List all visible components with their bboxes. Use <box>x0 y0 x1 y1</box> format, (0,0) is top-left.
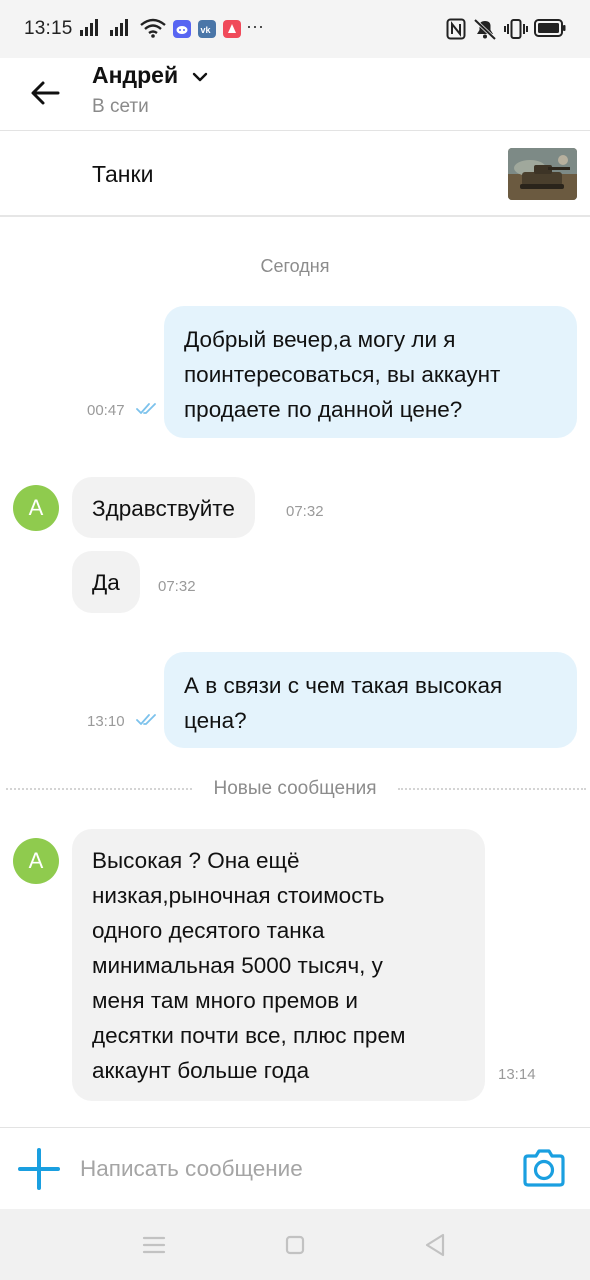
listing-thumbnail[interactable] <box>508 148 577 200</box>
message-line: аккаунт больше года <box>92 1058 310 1083</box>
message-text: Да <box>92 570 120 595</box>
status-bar: 13:15 vk ··· <box>0 0 590 58</box>
camera-button[interactable] <box>522 1148 566 1190</box>
back-button[interactable] <box>22 72 68 114</box>
avatar[interactable]: А <box>13 838 59 884</box>
message-line: продаете по данной цене? <box>184 397 463 422</box>
message-line: цена? <box>184 708 247 733</box>
attach-button[interactable] <box>18 1148 60 1190</box>
signal-icon <box>110 19 128 36</box>
message-text: Здравствуйте <box>92 496 235 521</box>
message-line: минимальная 5000 тысяч, у <box>92 953 383 978</box>
listing-divider <box>0 215 590 217</box>
message-time: 07:32 <box>286 503 324 520</box>
message-line: Добрый вечер,а могу ли я <box>184 327 456 352</box>
plus-icon <box>18 1148 60 1190</box>
wifi-icon <box>140 18 166 38</box>
read-check-icon <box>136 403 156 414</box>
message-line: низкая,рыночная стоимость <box>92 883 385 908</box>
nfc-icon <box>446 18 466 40</box>
new-messages-separator: Новые сообщения <box>0 776 590 804</box>
vibrate-icon <box>504 19 528 39</box>
listing-card[interactable]: Танки <box>0 131 590 215</box>
arrow-left-icon <box>31 81 60 105</box>
date-separator: Сегодня <box>260 256 330 276</box>
contact-name[interactable]: Андрей <box>92 62 178 89</box>
message-line: десятки почти все, плюс прем <box>92 1023 406 1048</box>
system-navigation-bar <box>0 1209 590 1280</box>
chat-header: Андрей В сети <box>0 58 590 130</box>
outgoing-message-bubble[interactable]: Добрый вечер,а могу ли я поинтересоватьс… <box>164 306 577 438</box>
message-composer <box>0 1127 590 1209</box>
camera-icon <box>523 1149 565 1187</box>
vk-icon: vk <box>198 20 216 38</box>
message-line: Высокая ? Она ещё <box>92 848 300 873</box>
incoming-message-bubble[interactable]: Высокая ? Она ещё низкая,рыночная стоимо… <box>72 829 485 1101</box>
read-check-icon <box>136 714 156 725</box>
menu-nav-button[interactable] <box>140 1231 168 1259</box>
message-time: 13:14 <box>498 1066 536 1083</box>
more-notifications-icon: ··· <box>246 16 264 36</box>
chat-screen: 13:15 vk ··· Андрей В сети Танки Сегодня… <box>0 0 590 1280</box>
message-input[interactable] <box>80 1150 500 1188</box>
incoming-message-bubble[interactable]: Да <box>72 551 140 613</box>
message-time: 00:47 <box>87 402 125 419</box>
signal-icon <box>80 19 98 36</box>
home-square-icon <box>285 1235 305 1255</box>
status-time: 13:15 <box>24 18 73 39</box>
avatar[interactable]: А <box>13 485 59 531</box>
message-line: А в связи с чем такая высокая <box>184 673 503 698</box>
separator-line <box>398 788 586 790</box>
discord-icon <box>173 20 191 38</box>
incoming-message-bubble[interactable]: Здравствуйте <box>72 477 255 538</box>
outgoing-message-bubble[interactable]: А в связи с чем такая высокая цена? <box>164 652 577 748</box>
message-line: одного десятого танка <box>92 918 325 943</box>
message-line: поинтересоваться, вы аккаунт <box>184 362 501 387</box>
app-icon <box>223 20 241 38</box>
listing-title: Танки <box>92 161 154 187</box>
contact-status: В сети <box>92 96 149 117</box>
chevron-down-icon[interactable] <box>192 71 208 83</box>
home-nav-button[interactable] <box>281 1231 309 1259</box>
back-nav-button[interactable] <box>421 1231 449 1259</box>
message-time: 07:32 <box>158 578 196 595</box>
message-line: меня там много премов и <box>92 988 358 1013</box>
battery-icon <box>534 19 566 37</box>
back-triangle-icon <box>425 1233 445 1257</box>
menu-icon <box>142 1236 166 1254</box>
mute-icon <box>473 18 497 40</box>
message-time: 13:10 <box>87 713 125 730</box>
svg-text:vk: vk <box>201 25 212 35</box>
